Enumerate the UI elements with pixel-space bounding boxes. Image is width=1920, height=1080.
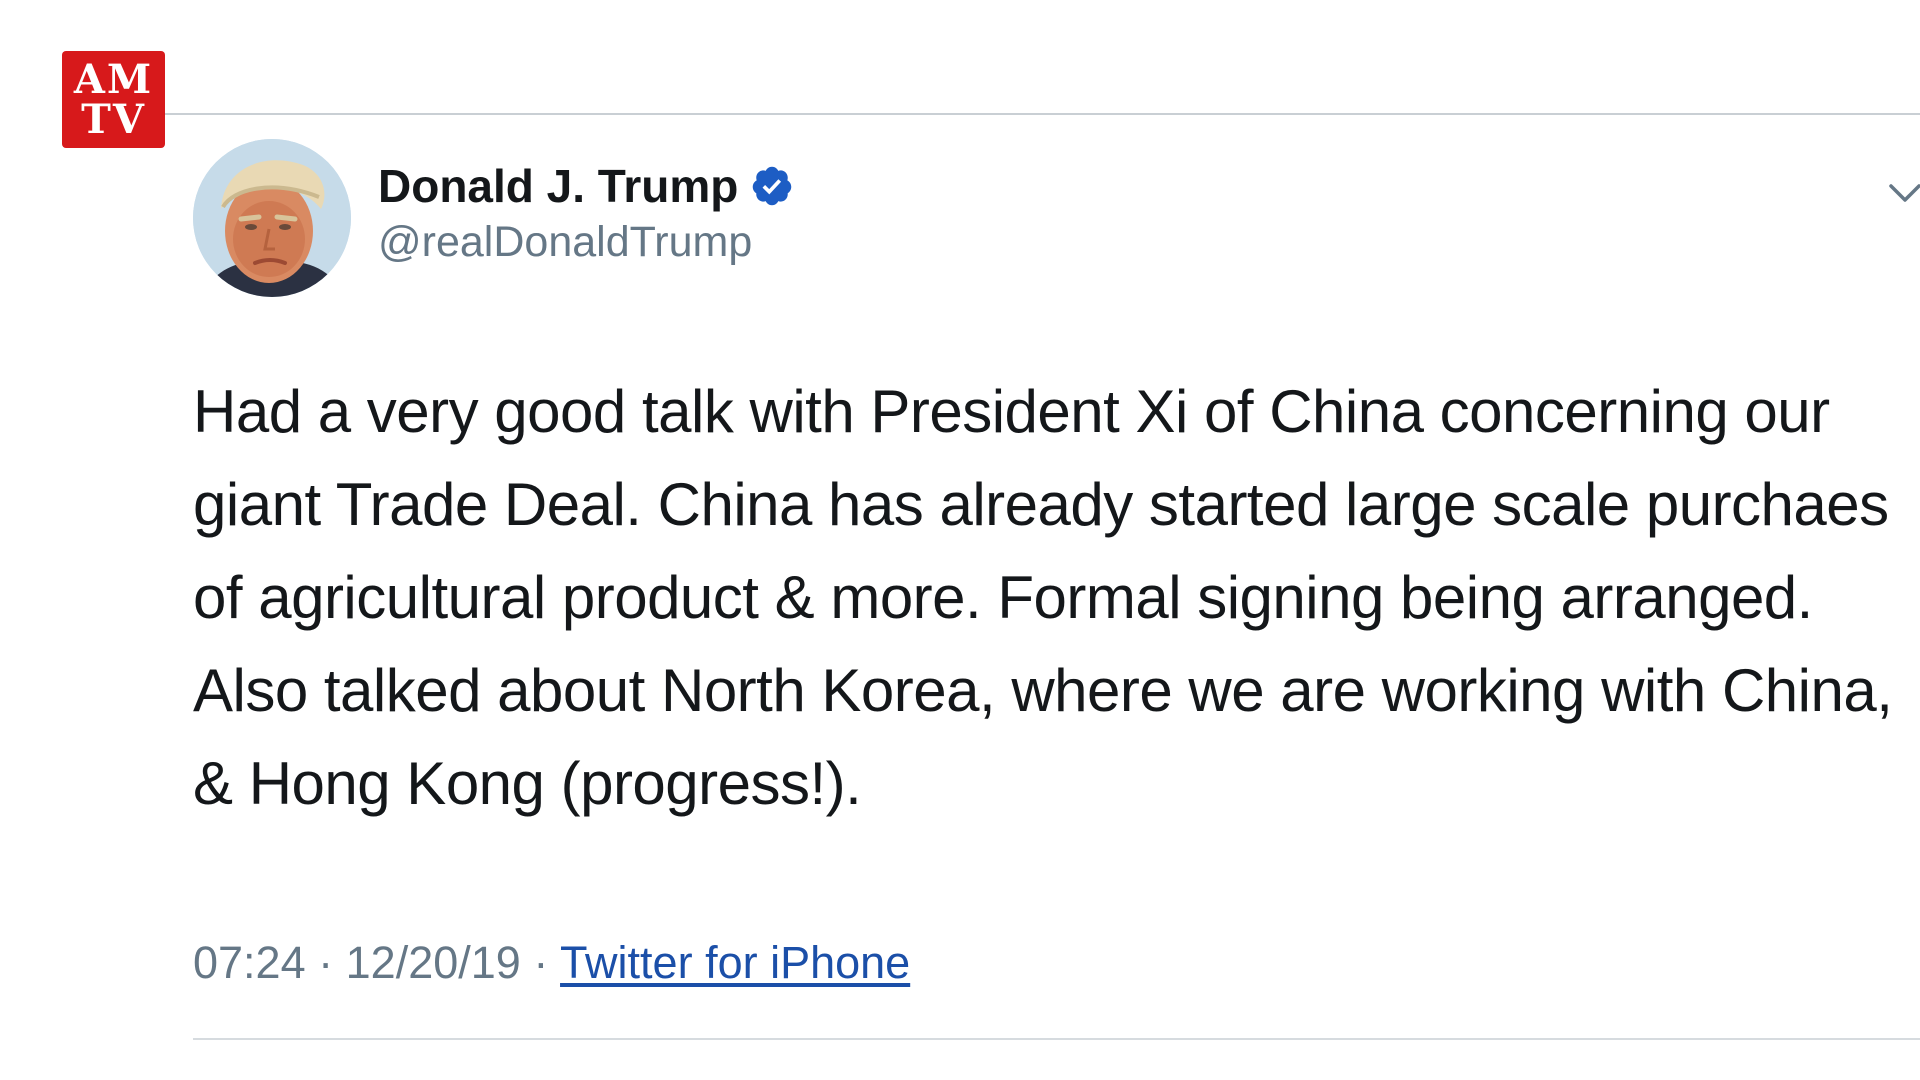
tweet-date[interactable]: 12/20/19 — [346, 937, 521, 988]
amtv-logo: AM TV — [62, 51, 165, 148]
logo-line-1: AM — [73, 55, 154, 103]
avatar-portrait — [193, 139, 351, 297]
tweet-source-link[interactable]: Twitter for iPhone — [560, 937, 910, 988]
logo-line-2: TV — [81, 95, 146, 143]
tweet-text: Had a very good talk with President Xi o… — [193, 378, 1893, 817]
author-handle[interactable]: @realDonaldTrump — [378, 214, 794, 270]
chevron-down-icon[interactable] — [1885, 172, 1920, 212]
author-block[interactable]: Donald J. Trump @realDonaldTrump — [378, 160, 794, 270]
author-name-row: Donald J. Trump — [378, 160, 794, 212]
bottom-divider — [193, 1038, 1920, 1040]
page: AM TV Donald J. Trump @realDonaldTrump H… — [0, 0, 1920, 1080]
meta-separator-2: · — [533, 937, 549, 988]
verified-badge-icon — [750, 164, 794, 208]
avatar[interactable] — [193, 139, 351, 297]
meta-separator-1: · — [318, 937, 334, 988]
author-name[interactable]: Donald J. Trump — [378, 160, 738, 212]
tweet-time: 07:24 — [193, 937, 306, 988]
top-divider — [165, 113, 1920, 115]
tweet-meta: 07:24 · 12/20/19 · Twitter for iPhone — [193, 935, 910, 991]
